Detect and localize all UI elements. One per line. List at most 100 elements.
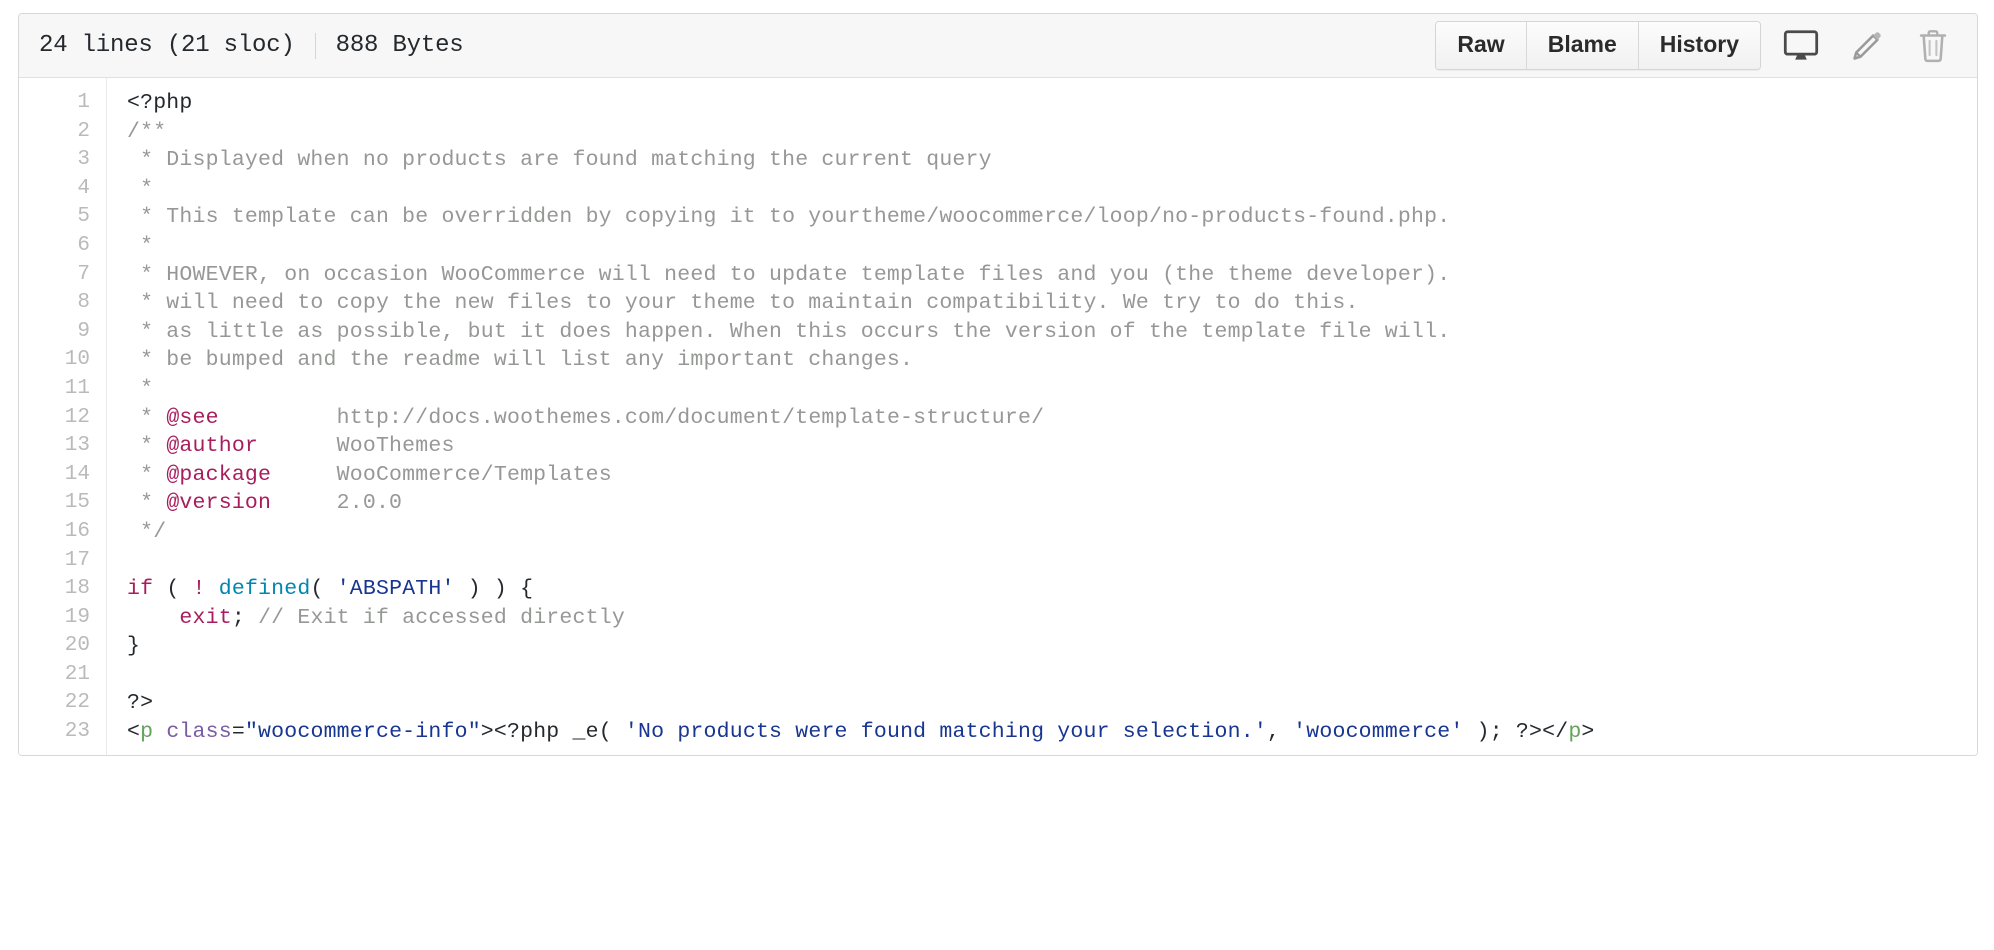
line-number[interactable]: 21 [19,661,106,690]
code-line[interactable]: * Displayed when no products are found m… [127,146,1977,175]
code-token: * [127,176,154,201]
code-line[interactable]: if ( ! defined( 'ABSPATH' ) ) { [127,575,1977,604]
code-line[interactable]: * [127,375,1977,404]
file-meta: 24 lines (21 sloc) 888 Bytes [39,32,464,59]
line-number[interactable]: 3 [19,146,106,175]
code-token: * [127,376,154,401]
line-number[interactable]: 13 [19,432,106,461]
code-token: 'woocommerce' [1293,720,1464,745]
line-number[interactable]: 19 [19,604,106,633]
desktop-icon[interactable] [1775,20,1827,72]
code-token: * HOWEVER, on occasion WooCommerce will … [127,262,1451,287]
code-token: 'ABSPATH' [336,577,455,602]
code-line[interactable]: /** [127,118,1977,147]
code-line[interactable]: exit; // Exit if accessed directly [127,604,1977,633]
line-number[interactable]: 9 [19,318,106,347]
code-token: <?php [127,91,193,115]
code-line[interactable]: * @author WooThemes [127,432,1977,461]
line-number-gutter[interactable]: 1 2 3 4 5 6 7 8 9 10 11 12 13 14 15 16 17 18 19 20 21 22 23 [19,78,107,755]
code-token: 'No products were found matching your se… [624,720,1267,745]
code-token: * [127,491,167,516]
file-actions: Raw Blame History [1435,20,1959,72]
code-line[interactable]: * @version 2.0.0 [127,489,1977,518]
file-viewer-box: 24 lines (21 sloc) 888 Bytes Raw Blame H… [18,13,1978,756]
code-token: ( [153,577,193,602]
code-token: /** [127,119,167,144]
code-token: ( [310,577,337,602]
code-line[interactable]: <p class="woocommerce-info"><?php _e( 'N… [127,718,1977,747]
code-token: * Displayed when no products are found m… [127,148,992,173]
code-line[interactable]: * as little as possible, but it does hap… [127,318,1977,347]
code-line[interactable]: * HOWEVER, on occasion WooCommerce will … [127,261,1977,290]
code-token: ; [231,605,259,630]
code-token: "woocommerce-info" [244,720,481,745]
code-token: = [231,720,245,745]
line-number[interactable]: 23 [19,718,106,747]
history-button[interactable]: History [1637,21,1760,70]
raw-button[interactable]: Raw [1436,21,1526,70]
blame-button[interactable]: Blame [1525,21,1638,70]
code-line[interactable]: * @package WooCommerce/Templates [127,461,1977,490]
code-token: ><?php _e( [480,720,625,745]
code-token: if [127,577,154,602]
code-token: p [1568,720,1582,745]
pencil-icon[interactable] [1841,20,1893,72]
line-number[interactable]: 20 [19,632,106,661]
code-token: * This template can be overridden by cop… [127,205,1451,230]
code-line[interactable]: * This template can be overridden by cop… [127,203,1977,232]
code-line[interactable] [127,661,1977,690]
line-number[interactable]: 17 [19,547,106,576]
code-line[interactable]: * will need to copy the new files to you… [127,289,1977,318]
line-number[interactable]: 7 [19,261,106,290]
code-line[interactable]: ?> [127,689,1977,718]
code-viewer: 1 2 3 4 5 6 7 8 9 10 11 12 13 14 15 16 17 18 19 20 21 22 23 <?… [19,78,1977,755]
code-token: @see [166,405,219,430]
line-number[interactable]: 1 [19,89,106,118]
code-token: @version [166,491,272,516]
line-number[interactable]: 15 [19,489,106,518]
code-line[interactable] [127,547,1977,576]
code-token: */ [127,519,167,544]
trash-icon[interactable] [1907,20,1959,72]
line-number[interactable]: 5 [19,203,106,232]
code-token: * be bumped and the readme will list any… [127,348,914,373]
code-token: * [127,405,167,430]
code-token: @author [166,434,259,459]
code-token: // Exit if accessed directly [258,605,625,630]
line-number[interactable]: 16 [19,518,106,547]
code-token: ?> [127,691,154,716]
code-line[interactable]: * be bumped and the readme will list any… [127,346,1977,375]
line-number[interactable]: 8 [19,289,106,318]
code-line[interactable]: */ [127,518,1977,547]
code-line[interactable]: } [127,632,1977,661]
line-number[interactable]: 10 [19,346,106,375]
code-token: < [127,720,141,745]
code-token: > [1581,720,1595,745]
code-line[interactable]: * @see http://docs.woothemes.com/documen… [127,404,1977,433]
code-token: ! [192,577,206,602]
code-token: * as little as possible, but it does hap… [127,319,1451,344]
file-size: 888 Bytes [335,32,464,59]
line-number[interactable]: 6 [19,232,106,261]
code-token: WooThemes [258,434,455,459]
line-number[interactable]: 18 [19,575,106,604]
file-line-count: 24 lines (21 sloc) [39,32,295,59]
line-number[interactable]: 12 [19,404,106,433]
code-token: , [1266,720,1294,745]
line-number[interactable]: 2 [19,118,106,147]
code-line[interactable]: * [127,232,1977,261]
line-number[interactable]: 22 [19,689,106,718]
code-line[interactable]: <?php [127,89,1977,118]
line-number[interactable]: 14 [19,461,106,490]
line-number[interactable]: 4 [19,175,106,204]
code-token: } [127,634,141,659]
code-content[interactable]: <?php /** * Displayed when no products ar… [107,78,1977,755]
line-number[interactable]: 11 [19,375,106,404]
code-token: * will need to copy the new files to you… [127,291,1359,316]
code-line[interactable]: * [127,175,1977,204]
code-token: ) ) { [454,577,534,602]
code-token: * [127,462,167,487]
